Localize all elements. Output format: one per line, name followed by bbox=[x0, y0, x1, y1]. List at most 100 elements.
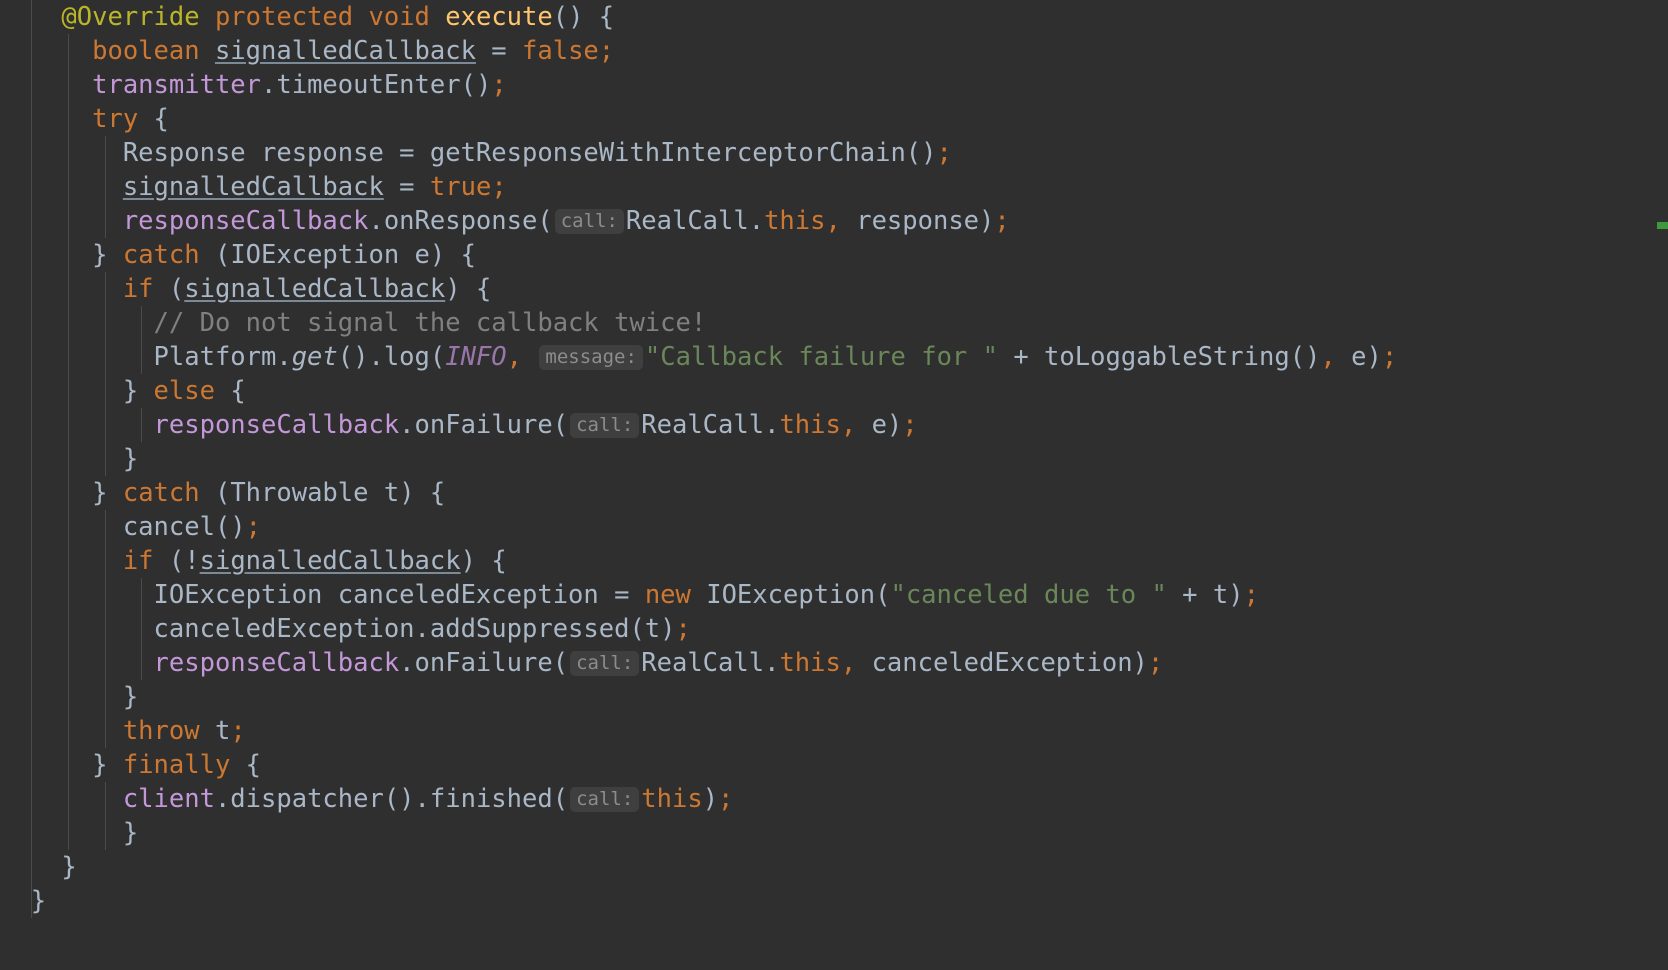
code-token: { bbox=[138, 104, 169, 134]
code-line[interactable]: canceledException.addSuppressed(t); bbox=[0, 612, 1397, 646]
code-token: ) bbox=[702, 784, 719, 814]
code-line[interactable]: } bbox=[0, 816, 1397, 850]
code-line[interactable]: } else { bbox=[0, 374, 1397, 408]
field-token: responseCallback bbox=[153, 410, 400, 440]
code-token: } bbox=[122, 818, 139, 848]
inline-parameter-hint[interactable]: call: bbox=[554, 209, 624, 234]
code-token: () { bbox=[552, 2, 615, 32]
code-line[interactable]: if (signalledCallback) { bbox=[0, 272, 1397, 306]
static-constant-token: INFO bbox=[445, 342, 507, 372]
code-token: .dispatcher().finished( bbox=[214, 784, 569, 814]
inline-parameter-hint[interactable]: message: bbox=[539, 345, 643, 370]
code-token: (Throwable t) { bbox=[199, 478, 446, 508]
code-line[interactable]: @Override protected void execute() { bbox=[0, 0, 1397, 34]
code-line[interactable]: Platform.get().log(INFO, message: "Callba… bbox=[0, 340, 1398, 374]
field-token: client bbox=[122, 784, 215, 814]
code-token: } bbox=[92, 240, 123, 270]
keyword-token: true bbox=[429, 172, 492, 202]
code-line[interactable]: throw t; bbox=[0, 714, 1397, 748]
code-comment: // Do not signal the callback twice! bbox=[153, 308, 707, 338]
code-token: ().log( bbox=[337, 342, 446, 372]
code-line[interactable]: } bbox=[0, 680, 1397, 714]
keyword-token: void bbox=[368, 2, 430, 32]
keyword-token: new bbox=[644, 580, 691, 610]
code-token: RealCall. bbox=[641, 410, 780, 440]
code-line[interactable]: responseCallback.onResponse(call: RealCal… bbox=[0, 204, 1397, 238]
code-editor[interactable]: @Override protected void execute() { boo… bbox=[0, 0, 1668, 970]
code-line[interactable]: Response response = getResponseWithInter… bbox=[0, 136, 1397, 170]
code-token: { bbox=[230, 750, 262, 780]
code-token: } bbox=[92, 750, 123, 780]
code-token: IOException( bbox=[690, 580, 891, 610]
code-line[interactable]: responseCallback.onFailure(call: RealCall… bbox=[0, 408, 1397, 442]
code-token: cancel() bbox=[122, 512, 246, 542]
code-token: ; bbox=[230, 716, 246, 746]
code-line[interactable]: } bbox=[0, 850, 1397, 884]
code-token: ( bbox=[153, 274, 185, 304]
code-line[interactable]: cancel(); bbox=[0, 510, 1397, 544]
code-token: , bbox=[506, 342, 523, 372]
string-literal: "Callback failure for " bbox=[644, 342, 998, 372]
code-line[interactable]: transmitter.timeoutEnter(); bbox=[0, 68, 1397, 102]
code-token: ; bbox=[1147, 648, 1164, 678]
code-token: Platform. bbox=[153, 342, 292, 372]
code-line[interactable]: } bbox=[0, 442, 1397, 476]
code-line[interactable]: } catch (IOException e) { bbox=[0, 238, 1397, 272]
code-line[interactable]: } finally { bbox=[0, 748, 1397, 782]
analysis-stripe-marker[interactable] bbox=[1657, 222, 1668, 229]
code-token: } bbox=[61, 852, 77, 882]
code-token: , bbox=[840, 648, 857, 678]
code-token: .onFailure( bbox=[399, 648, 569, 678]
code-line[interactable]: signalledCallback = true; bbox=[0, 170, 1397, 204]
code-line[interactable]: try { bbox=[0, 102, 1397, 136]
code-token: canceledException.addSuppressed(t) bbox=[153, 614, 676, 644]
code-line[interactable]: IOException canceledException = new IOEx… bbox=[0, 578, 1397, 612]
code-line[interactable]: // Do not signal the callback twice! bbox=[0, 306, 1397, 340]
code-token: .onResponse( bbox=[368, 206, 553, 236]
keyword-token: catch bbox=[122, 240, 200, 270]
code-line[interactable]: responseCallback.onFailure(call: RealCall… bbox=[0, 646, 1397, 680]
inline-parameter-hint[interactable]: call: bbox=[570, 413, 640, 438]
code-token: ; bbox=[598, 36, 615, 66]
keyword-token: if bbox=[122, 546, 154, 576]
keyword-token: throw bbox=[122, 716, 200, 746]
inline-parameter-hint[interactable]: call: bbox=[570, 651, 640, 676]
annotation-token: @Override bbox=[61, 2, 200, 32]
keyword-token: boolean bbox=[92, 36, 200, 66]
code-content[interactable]: @Override protected void execute() { boo… bbox=[0, 0, 1397, 918]
code-token: ; bbox=[1381, 342, 1398, 372]
code-line[interactable]: } catch (Throwable t) { bbox=[0, 476, 1397, 510]
inline-parameter-hint[interactable]: call: bbox=[570, 787, 640, 812]
code-line[interactable]: if (!signalledCallback) { bbox=[0, 544, 1397, 578]
code-line[interactable]: client.dispatcher().finished(call: this); bbox=[0, 782, 1397, 816]
code-token: } bbox=[92, 478, 123, 508]
code-line[interactable]: boolean signalledCallback = false; bbox=[0, 34, 1397, 68]
code-token: , bbox=[1320, 342, 1336, 372]
code-token: (! bbox=[153, 546, 200, 576]
keyword-token: protected bbox=[214, 2, 354, 32]
method-name-token: execute bbox=[445, 2, 553, 32]
local-variable-token: signalledCallback bbox=[184, 274, 446, 304]
code-line[interactable]: } bbox=[0, 884, 1397, 918]
code-token: = bbox=[475, 36, 523, 66]
code-token: get bbox=[291, 342, 338, 372]
